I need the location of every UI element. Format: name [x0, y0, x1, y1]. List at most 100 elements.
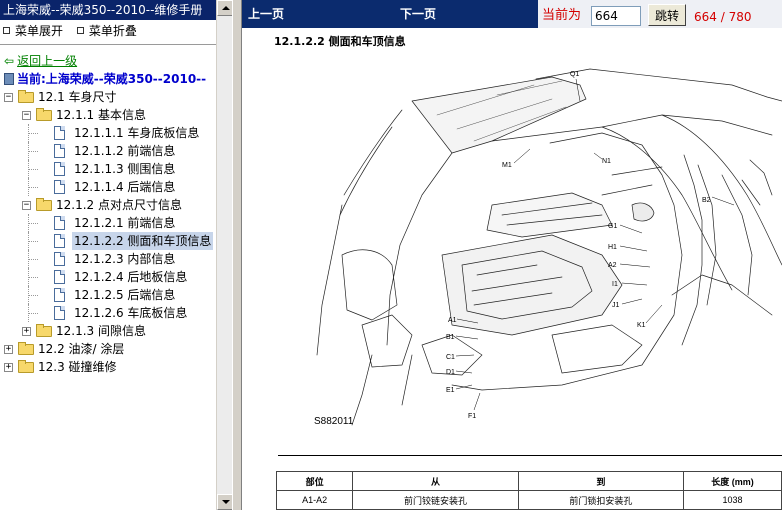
- collapse-menu-button[interactable]: 菜单折叠: [76, 24, 137, 38]
- tree-item-label[interactable]: 12.1.1.2 前端信息: [72, 142, 177, 160]
- tree-folder[interactable]: − 12.1.2 点对点尺寸信息: [0, 196, 232, 214]
- folder-icon: [18, 90, 34, 103]
- dimension-table: 部位 从 到 长度 (mm) A1-A2 前门铰链安装孔 前门锁扣安装孔 103…: [275, 471, 782, 510]
- body-side-figure: Q1 M1 N1 B2 G1 H1 A2 I1 J1 K1 A1 B1 C1 D…: [316, 68, 782, 426]
- tree-item[interactable]: 12.1.2.4 后地板信息: [0, 268, 232, 286]
- tree-item-label[interactable]: 12.1.1.4 后端信息: [72, 178, 177, 196]
- cell-to: 前门锁扣安装孔: [517, 490, 685, 510]
- tree-connector: [28, 133, 38, 134]
- tree-folder[interactable]: − 12.1 车身尺寸: [0, 88, 232, 106]
- arrow-up-icon: [222, 6, 230, 10]
- document-icon: [54, 126, 65, 140]
- tree-connector: [28, 178, 29, 196]
- tree-item-label[interactable]: 12.1.2.4 后地板信息: [72, 268, 189, 286]
- page-number-input[interactable]: [591, 6, 641, 26]
- label-A2: A2: [608, 262, 617, 269]
- folder-icon: [36, 324, 52, 337]
- tree-item-label[interactable]: 12.1.2.2 侧面和车顶信息: [72, 232, 214, 250]
- tree-folder[interactable]: +12.1.3 间隙信息: [0, 322, 232, 340]
- label-E1: E1: [446, 387, 455, 394]
- tree-folder[interactable]: +12.3 碰撞维修: [0, 358, 232, 376]
- roof-panel: [411, 76, 587, 154]
- tree-item[interactable]: 12.1.1.3 侧围信息: [0, 160, 232, 178]
- collapse-toggle-icon[interactable]: −: [22, 201, 31, 210]
- pane-splitter[interactable]: [232, 0, 242, 510]
- tree-item[interactable]: 12.1.1.1 车身底板信息: [0, 124, 232, 142]
- label-C1: C1: [446, 354, 455, 361]
- tree-item[interactable]: 12.1.2.5 后端信息: [0, 286, 232, 304]
- manual-title: 上海荣威--荣威350--2010--维修手册: [0, 0, 232, 20]
- tree-connector: [28, 286, 29, 304]
- column-header-part: 部位: [275, 471, 354, 491]
- tree-item-label[interactable]: 12.1.3 间隙信息: [54, 322, 148, 340]
- tree-item[interactable]: 12.1.1.4 后端信息: [0, 178, 232, 196]
- tree-item-label[interactable]: 12.1.2.5 后端信息: [72, 286, 177, 304]
- scroll-down-button[interactable]: [217, 494, 232, 510]
- label-B2: B2: [702, 197, 711, 204]
- folder-icon: [36, 198, 52, 211]
- expand-toggle-icon[interactable]: +: [22, 327, 31, 336]
- figure-divider: [278, 455, 782, 456]
- expand-menu-button[interactable]: 菜单展开: [3, 24, 63, 38]
- label-B1: B1: [446, 334, 455, 341]
- document-icon: [54, 270, 65, 284]
- document-icon: [54, 288, 65, 302]
- table-row: A1-A2 前门铰链安装孔 前门锁扣安装孔 1038: [275, 490, 782, 510]
- toc-tree: −12.1 车身尺寸 −12.1.1 基本信息 12.1.1.1 车身底板信息 12.…: [0, 88, 232, 376]
- tree-item-label[interactable]: 12.2 油漆/ 涂层: [36, 340, 126, 358]
- tree-item[interactable]: 12.1.2.2 侧面和车顶信息: [0, 232, 232, 250]
- current-location-label: 当前:上海荣威--荣威350--2010--: [17, 72, 207, 86]
- document-icon: [54, 180, 65, 194]
- tree-connector: [28, 160, 29, 178]
- tree-item[interactable]: 12.1.2.1 前端信息: [0, 214, 232, 232]
- page-jump-box: 当前为 跳转 664 / 780: [538, 0, 782, 28]
- expand-toggle-icon[interactable]: +: [4, 345, 13, 354]
- document-icon: [54, 162, 65, 176]
- tree-item-label[interactable]: 12.1.2.3 内部信息: [72, 250, 177, 268]
- back-up-label: 返回上一级: [17, 54, 78, 68]
- arrow-down-icon: [222, 500, 230, 504]
- navigation-pane: 上海荣威--荣威350--2010--维修手册 菜单展开 菜单折叠 ⇦ 返回上一级…: [0, 0, 232, 510]
- folder-icon: [36, 108, 52, 121]
- collapse-toggle-icon[interactable]: −: [22, 111, 31, 120]
- cell-part: A1-A2: [275, 490, 354, 510]
- label-A1: A1: [448, 317, 457, 324]
- tree-item[interactable]: 12.1.1.2 前端信息: [0, 142, 232, 160]
- tree-connector: [28, 268, 29, 286]
- divider: [0, 44, 232, 46]
- current-location: 当前:上海荣威--荣威350--2010--: [0, 70, 232, 88]
- tree-folder[interactable]: +12.2 油漆/ 涂层: [0, 340, 232, 358]
- jump-button[interactable]: 跳转: [648, 4, 686, 26]
- cell-from: 前门铰链安装孔: [352, 490, 519, 510]
- tree-item-label[interactable]: 12.1 车身尺寸: [36, 88, 119, 106]
- tree-scrollbar[interactable]: [216, 0, 232, 510]
- scroll-up-button[interactable]: [217, 0, 232, 16]
- page-count: 664 / 780: [694, 10, 752, 24]
- tree-connector: [28, 223, 38, 224]
- document-icon: [54, 216, 65, 230]
- column-header-from: 从: [352, 471, 519, 491]
- tree-item-label[interactable]: 12.1.1 基本信息: [54, 106, 148, 124]
- back-arrow-icon: ⇦: [4, 54, 15, 68]
- tree-item[interactable]: 12.1.2.3 内部信息: [0, 250, 232, 268]
- tree-folder[interactable]: − 12.1.1 基本信息: [0, 106, 232, 124]
- page-navigation-bar: 上一页 下一页 当前为 跳转 664 / 780: [242, 0, 782, 28]
- tree-item[interactable]: 12.1.2.6 车底板信息: [0, 304, 232, 322]
- tree-connector: [28, 124, 29, 142]
- tree-item-label[interactable]: 12.1.1.3 侧围信息: [72, 160, 177, 178]
- square-icon: [3, 27, 10, 34]
- tree-item-label[interactable]: 12.1.1.1 车身底板信息: [72, 124, 201, 142]
- tree-item-label[interactable]: 12.1.2.1 前端信息: [72, 214, 177, 232]
- document-icon: [54, 234, 65, 248]
- tree-connector: [28, 304, 29, 322]
- back-up-link[interactable]: ⇦ 返回上一级: [0, 52, 232, 70]
- tree-item-label[interactable]: 12.1.2 点对点尺寸信息: [54, 196, 184, 214]
- prev-page-link[interactable]: 上一页: [248, 0, 284, 28]
- tree-connector: [28, 232, 29, 250]
- expand-toggle-icon[interactable]: +: [4, 363, 13, 372]
- next-page-link[interactable]: 下一页: [400, 0, 436, 28]
- tree-item-label[interactable]: 12.1.2.6 车底板信息: [72, 304, 189, 322]
- collapse-toggle-icon[interactable]: −: [4, 93, 13, 102]
- tree-item-label[interactable]: 12.3 碰撞维修: [36, 358, 119, 376]
- label-F1: F1: [468, 413, 476, 420]
